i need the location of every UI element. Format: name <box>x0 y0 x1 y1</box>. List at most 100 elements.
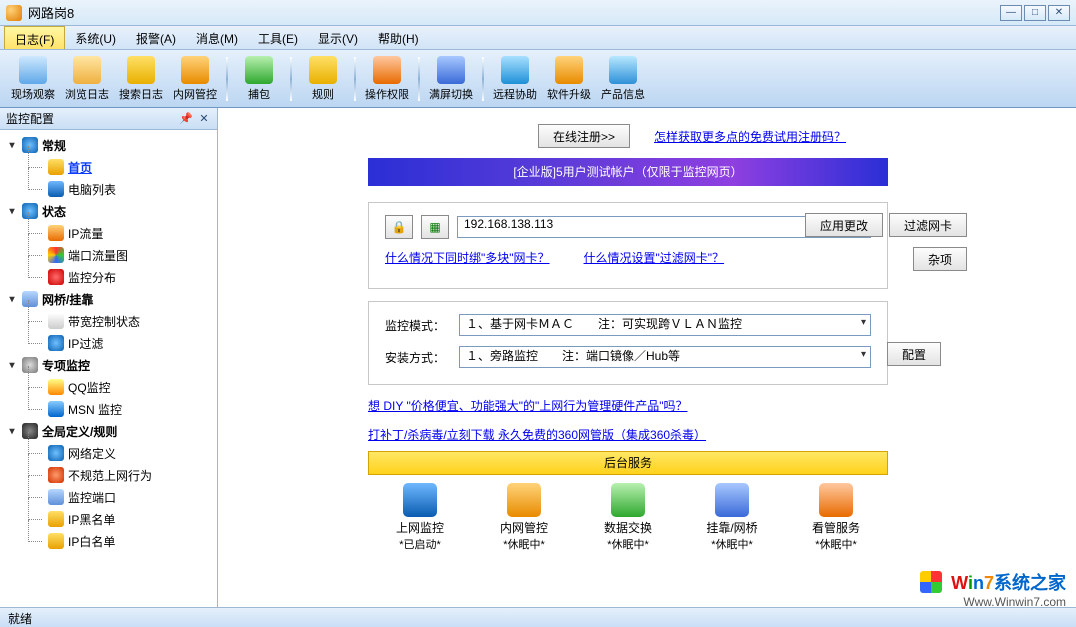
nic-icon[interactable]: ▦ <box>421 215 449 239</box>
multi-nic-help-link[interactable]: 什么情况下同时绑"多块"网卡？ <box>385 249 550 266</box>
title-bar: 网路岗8 — □ ✕ <box>0 0 1076 26</box>
status-bar: 就绪 <box>0 607 1076 627</box>
toolbar-capture[interactable]: 捕包 <box>232 53 286 105</box>
toolbar-intranet-ctrl[interactable]: 内网管控 <box>168 53 222 105</box>
minimize-button[interactable]: — <box>1000 5 1022 21</box>
product-info-icon <box>609 56 637 84</box>
sidebar-title: 监控配置 <box>6 110 54 127</box>
toolbar-separator <box>354 57 356 101</box>
menu-2[interactable]: 报警(A) <box>126 26 186 49</box>
item-label: IP白名单 <box>68 533 115 550</box>
toolbar-software-upgrade[interactable]: 软件升级 <box>542 53 596 105</box>
mode-panel: 监控模式： １、基于网卡ＭＡＣ 注：可实现跨ＶＬＡＮ监控 安装方式： １、旁路监… <box>368 301 888 385</box>
view-svc-icon <box>819 483 853 517</box>
bridge-svc-icon <box>715 483 749 517</box>
monitor-dist-icon <box>48 269 64 285</box>
port-flow-chart-icon <box>48 247 64 263</box>
toolbar-scene-watch[interactable]: 现场观察 <box>6 53 60 105</box>
capture-icon <box>245 56 273 84</box>
tree-item-msn-monitor[interactable]: MSN 监控 <box>0 398 217 420</box>
service-bridge-svc[interactable]: 挂靠/网桥*休眠中* <box>687 483 777 552</box>
service-status: *已启动* <box>375 536 465 552</box>
sidebar-header: 监控配置 📌 ✕ <box>0 108 217 130</box>
intranet-ctrl-icon <box>181 56 209 84</box>
ip-whitelist-icon <box>48 533 64 549</box>
scene-watch-icon <box>19 56 47 84</box>
network-def-icon <box>48 445 64 461</box>
apply-button[interactable]: 应用更改 <box>805 213 883 237</box>
item-label: QQ监控 <box>68 379 111 396</box>
item-label: 带宽控制状态 <box>68 313 140 330</box>
item-label: MSN 监控 <box>68 401 122 418</box>
item-label: IP过滤 <box>68 335 103 352</box>
tree-item-monitor-dist[interactable]: 监控分布 <box>0 266 217 288</box>
toolbar-rules[interactable]: 规则 <box>296 53 350 105</box>
toolbar-fullscreen-switch[interactable]: 满屏切换 <box>424 53 478 105</box>
service-label: 数据交换 <box>583 519 673 536</box>
tree-item-computer-list[interactable]: 电脑列表 <box>0 178 217 200</box>
tree-item-ip-whitelist[interactable]: IP白名单 <box>0 530 217 552</box>
toolbar-separator <box>418 57 420 101</box>
toolbar-search-log[interactable]: 搜索日志 <box>114 53 168 105</box>
filter-nic-button[interactable]: 过滤网卡 <box>889 213 967 237</box>
filter-nic-help-link[interactable]: 什么情况设置"过滤网卡"？ <box>584 249 725 266</box>
data-exchange-icon <box>611 483 645 517</box>
collapse-icon: ▾ <box>6 426 18 437</box>
misc-button[interactable]: 杂项 <box>913 247 967 271</box>
intranet-ctrl-icon <box>507 483 541 517</box>
search-log-label: 搜索日志 <box>119 86 163 102</box>
service-label: 看管服务 <box>791 519 881 536</box>
collapse-icon: ▾ <box>6 360 18 371</box>
service-status: *休眠中* <box>791 536 881 552</box>
patch-link[interactable]: 打补丁/杀病毒/立刻下载 永久免费的360网管版（集成360杀毒） <box>368 428 706 442</box>
menu-5[interactable]: 显示(V) <box>308 26 368 49</box>
ip-value: 192.168.138.113 <box>464 217 553 231</box>
group-label: 常规 <box>42 137 66 154</box>
item-label: 监控分布 <box>68 269 116 286</box>
install-combo[interactable]: １、旁路监控 注：端口镜像／Hub等 <box>459 346 871 368</box>
toolbar-separator <box>226 57 228 101</box>
sidebar-tree: ▾常规首页电脑列表▾状态IP流量端口流量图监控分布▾网桥/挂靠带宽控制状态IP过… <box>0 130 217 607</box>
service-net-monitor[interactable]: 上网监控*已启动* <box>375 483 465 552</box>
toolbar-separator <box>290 57 292 101</box>
monitor-port-icon <box>48 489 64 505</box>
item-label: 端口流量图 <box>68 247 128 264</box>
remote-assist-icon <box>501 56 529 84</box>
service-view-svc[interactable]: 看管服务*休眠中* <box>791 483 881 552</box>
register-help-link[interactable]: 怎样获取更多点的免费试用注册码？ <box>654 128 846 145</box>
maximize-button[interactable]: □ <box>1024 5 1046 21</box>
nic-panel: 🔒 ▦ 192.168.138.113 什么情况下同时绑"多块"网卡？ 什么情况… <box>368 202 888 289</box>
service-data-exchange[interactable]: 数据交换*休眠中* <box>583 483 673 552</box>
online-register-button[interactable]: 在线注册>> <box>538 124 630 148</box>
menu-3[interactable]: 消息(M) <box>186 26 248 49</box>
service-grid: 上网监控*已启动*内网管控*休眠中*数据交换*休眠中*挂靠/网桥*休眠中*看管服… <box>368 483 888 552</box>
msn-monitor-icon <box>48 401 64 417</box>
menu-6[interactable]: 帮助(H) <box>368 26 429 49</box>
mode-combo[interactable]: １、基于网卡ＭＡＣ 注：可实现跨ＶＬＡＮ监控 <box>459 314 871 336</box>
rules-icon <box>309 56 337 84</box>
menu-0[interactable]: 日志(F) <box>4 26 65 49</box>
diy-link[interactable]: 想 DIY "价格便宜、功能强大"的"上网行为管理硬件产品"吗？ <box>368 399 688 413</box>
fullscreen-switch-icon <box>437 56 465 84</box>
pin-icon[interactable]: 📌 <box>179 112 193 126</box>
sidebar-close-icon[interactable]: ✕ <box>197 112 211 126</box>
computer-list-icon <box>48 181 64 197</box>
toolbar-product-info[interactable]: 产品信息 <box>596 53 650 105</box>
tree-item-ip-filter[interactable]: IP过滤 <box>0 332 217 354</box>
menu-bar: 日志(F)系统(U)报警(A)消息(M)工具(E)显示(V)帮助(H) <box>0 26 1076 50</box>
lock-icon[interactable]: 🔒 <box>385 215 413 239</box>
menu-4[interactable]: 工具(E) <box>248 26 308 49</box>
watermark: Win7系统之家 Www.Winwin7.com <box>920 569 1066 609</box>
menu-1[interactable]: 系统(U) <box>65 26 126 49</box>
remote-assist-label: 远程协助 <box>493 86 537 102</box>
service-intranet-ctrl[interactable]: 内网管控*休眠中* <box>479 483 569 552</box>
bandwidth-ctrl-icon <box>48 313 64 329</box>
toolbar-browse-log[interactable]: 浏览日志 <box>60 53 114 105</box>
edition-banner: [企业版]5用户测试帐户（仅限于监控网页） <box>368 158 888 186</box>
toolbar-op-perm[interactable]: 操作权限 <box>360 53 414 105</box>
close-button[interactable]: ✕ <box>1048 5 1070 21</box>
config-button[interactable]: 配置 <box>887 342 941 366</box>
software-upgrade-label: 软件升级 <box>547 86 591 102</box>
toolbar-remote-assist[interactable]: 远程协助 <box>488 53 542 105</box>
collapse-icon: ▾ <box>6 294 18 305</box>
